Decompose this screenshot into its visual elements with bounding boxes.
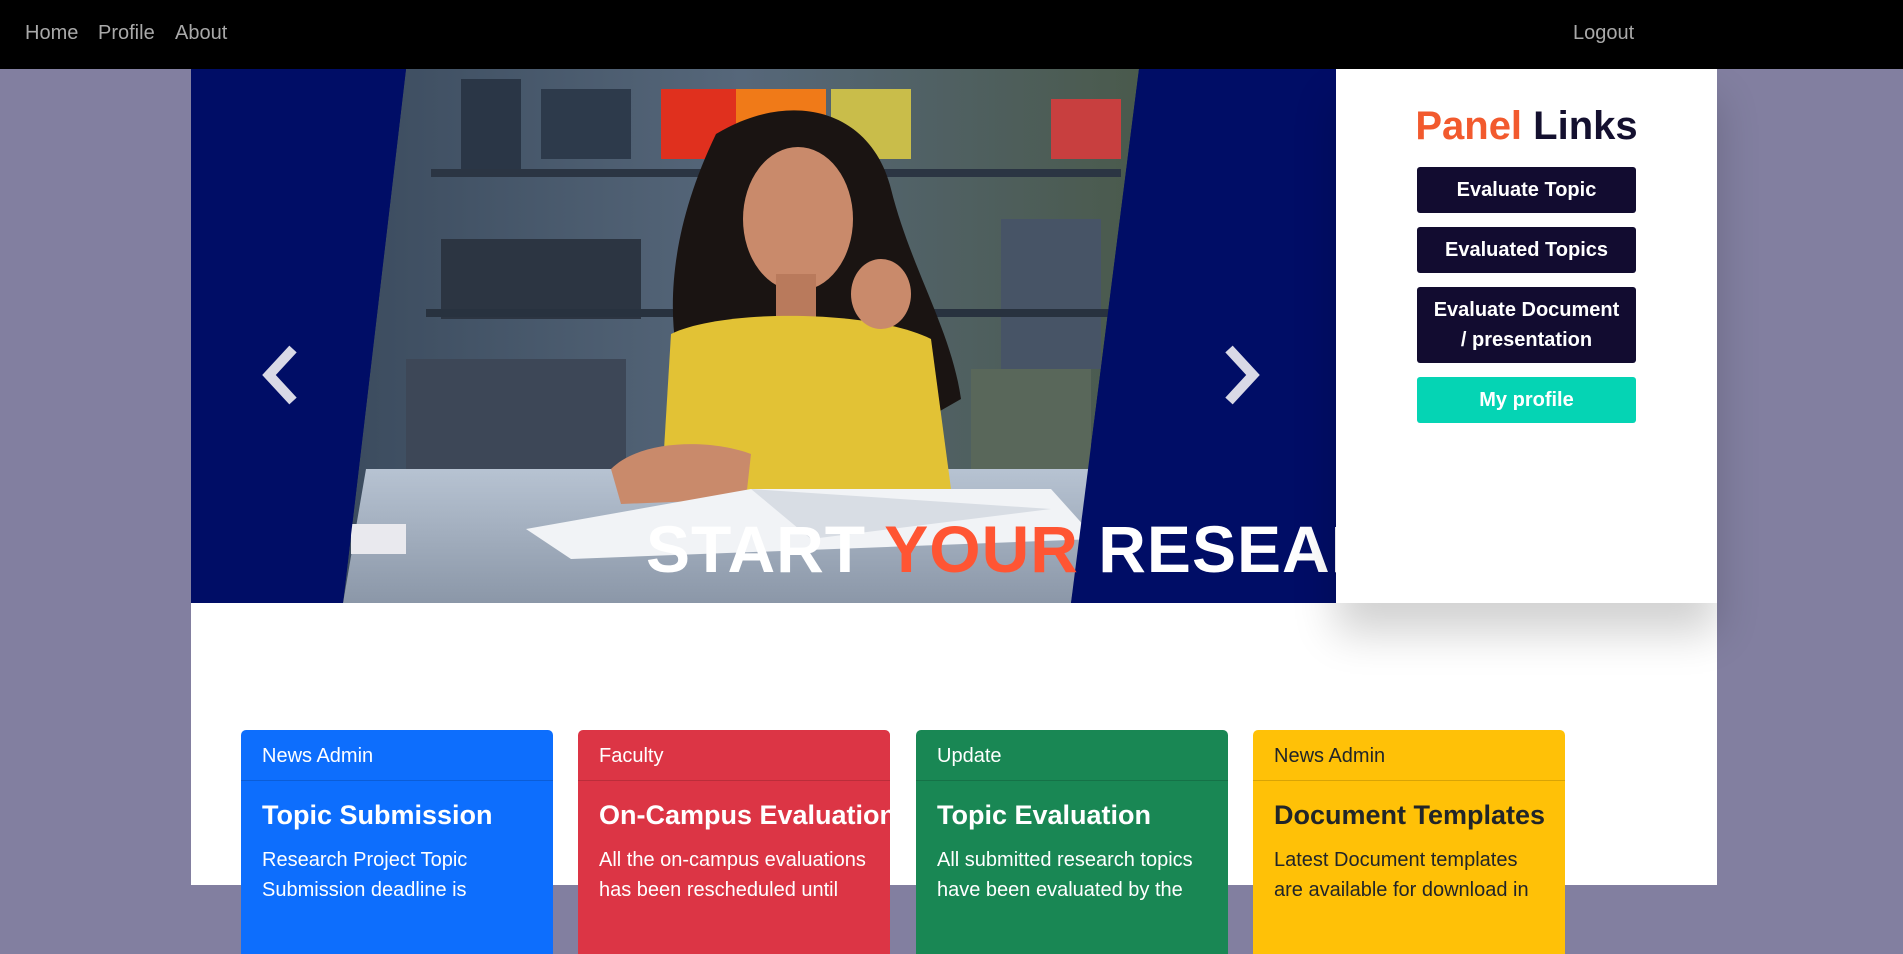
top-navbar: Home Profile About Logout: [0, 0, 1903, 69]
card-title: Topic Submission: [262, 800, 493, 830]
chevron-left-icon: [262, 345, 297, 405]
news-card[interactable]: Faculty On-Campus Evaluations All the on…: [578, 730, 890, 954]
card-header: News Admin: [241, 730, 553, 781]
news-card[interactable]: News Admin Document Templates Latest Doc…: [1253, 730, 1565, 954]
hero-caption-start: START: [646, 512, 885, 586]
panel-title-part2: Links: [1533, 104, 1638, 148]
nav-home-link[interactable]: Home: [25, 22, 78, 45]
my-profile-button[interactable]: My profile: [1417, 377, 1636, 423]
carousel-prev-button[interactable]: [253, 337, 313, 417]
hero-caption-highlight: YOUR: [884, 512, 1079, 586]
panel-links: Panel Links Evaluate Topic Evaluated Top…: [1336, 69, 1717, 603]
card-title: Topic Evaluation: [937, 800, 1152, 830]
card-title: Document Templates: [1274, 800, 1546, 830]
news-card[interactable]: Update Topic Evaluation All submitted re…: [916, 730, 1228, 954]
panel-title: Panel Links: [1336, 104, 1717, 149]
nav-profile-link[interactable]: Profile: [98, 22, 155, 45]
evaluate-document-button[interactable]: Evaluate Document / presentation: [1417, 287, 1636, 363]
card-header: Update: [916, 730, 1228, 781]
card-header: Faculty: [578, 730, 890, 781]
card-title: On-Campus Evaluations: [599, 800, 890, 830]
chevron-right-icon: [1225, 345, 1260, 405]
card-text: Research Project Topic Submission deadli…: [262, 849, 468, 901]
hero-caption: START YOUR RESEARCH: [646, 511, 1336, 587]
nav-about-link[interactable]: About: [175, 22, 227, 45]
main-container: START YOUR RESEARCH Panel Links Evaluate…: [191, 69, 1717, 954]
hero-carousel: START YOUR RESEARCH: [191, 69, 1336, 603]
hero-caption-end: RESEARCH: [1098, 512, 1336, 586]
carousel-next-button[interactable]: [1209, 337, 1269, 417]
card-text: All submitted research topics have been …: [937, 849, 1193, 901]
panel-title-part1: Panel: [1415, 104, 1523, 148]
card-text: All the on-campus evaluations has been r…: [599, 849, 866, 901]
news-card[interactable]: News Admin Topic Submission Research Pro…: [241, 730, 553, 954]
evaluated-topics-button[interactable]: Evaluated Topics: [1417, 227, 1636, 273]
card-header: News Admin: [1253, 730, 1565, 781]
evaluate-topic-button[interactable]: Evaluate Topic: [1417, 167, 1636, 213]
logout-link[interactable]: Logout: [1573, 22, 1634, 45]
card-text: Latest Document templates are available …: [1274, 849, 1529, 901]
